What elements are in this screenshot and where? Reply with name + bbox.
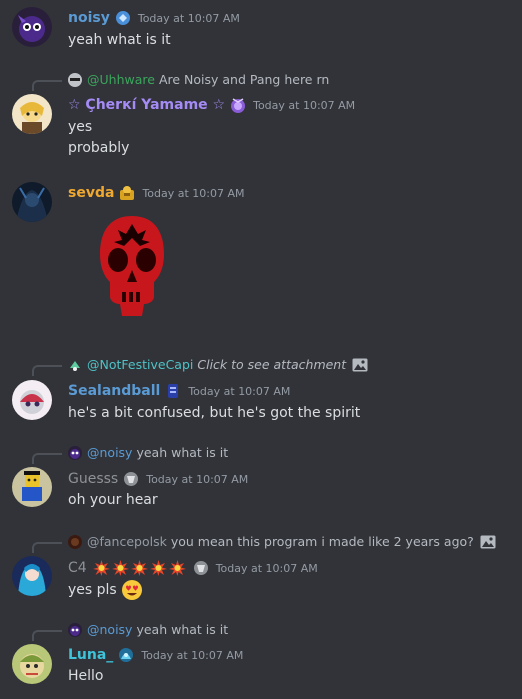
role-icon: [122, 470, 140, 488]
message-text: yeah what is it: [68, 32, 171, 48]
username[interactable]: Luna_: [68, 647, 113, 663]
message-text: he's a bit confused, but he's got the sp…: [68, 405, 361, 421]
collision-emoji: [130, 560, 148, 576]
heart-eyes-emoji: [121, 579, 143, 601]
message-text: yes pls: [68, 579, 143, 601]
username[interactable]: noisy: [68, 10, 110, 26]
reply-avatar: [68, 622, 82, 637]
timestamp[interactable]: Today at 10:07 AM: [138, 12, 240, 25]
username[interactable]: C4: [68, 560, 87, 576]
role-icon: [192, 559, 210, 577]
avatar[interactable]: [12, 182, 52, 222]
reply-spine: [32, 80, 62, 91]
reply-text: Are Noisy and Pang here rn: [158, 72, 330, 87]
image-icon: [480, 535, 496, 549]
reply-avatar: [68, 72, 82, 87]
timestamp[interactable]: Today at 10:07 AM: [141, 649, 243, 662]
message-text: Hello: [68, 668, 104, 684]
avatar[interactable]: [12, 644, 52, 684]
role-icon: [229, 96, 247, 114]
timestamp[interactable]: Today at 10:07 AM: [142, 187, 244, 200]
reply-spine: [32, 542, 62, 553]
role-icon: [114, 9, 132, 27]
message-text-content: yes pls: [68, 582, 117, 598]
collision-emoji: [111, 560, 129, 576]
role-icon: [117, 646, 135, 664]
reply-preview[interactable]: @noisy yeah what is it: [68, 445, 228, 460]
username[interactable]: Sealandball: [68, 383, 160, 399]
reply-avatar: [68, 357, 82, 372]
timestamp[interactable]: Today at 10:07 AM: [188, 385, 290, 398]
reply-mention[interactable]: @NotFestiveCapi: [87, 357, 193, 372]
timestamp[interactable]: Today at 10:07 AM: [253, 99, 355, 112]
reply-mention[interactable]: @fancepolsk: [87, 534, 167, 549]
image-attachment[interactable]: [96, 212, 168, 324]
message-text: probably: [68, 140, 130, 156]
timestamp[interactable]: Today at 10:07 AM: [216, 562, 318, 575]
username[interactable]: sevda: [68, 185, 114, 201]
reply-avatar: [68, 445, 82, 460]
username[interactable]: Guesss: [68, 471, 118, 487]
role-icon: [118, 184, 136, 202]
timestamp[interactable]: Today at 10:07 AM: [146, 473, 248, 486]
avatar[interactable]: [12, 7, 52, 47]
reply-spine: [32, 453, 62, 464]
reply-avatar: [68, 534, 82, 549]
role-icon: [164, 382, 182, 400]
reply-preview[interactable]: @noisy yeah what is it: [68, 622, 228, 637]
reply-preview[interactable]: @NotFestiveCapi Click to see attachment: [68, 357, 368, 372]
reply-mention[interactable]: @noisy: [87, 445, 132, 460]
username[interactable]: ☆ Çherкí Yamame ☆: [68, 97, 225, 113]
reply-mention[interactable]: @Uhhware: [87, 72, 155, 87]
reply-spine: [32, 365, 62, 376]
reply-preview[interactable]: @fancepolsk you mean this program i made…: [68, 534, 496, 549]
collision-emoji: [149, 560, 167, 576]
avatar[interactable]: [12, 556, 52, 596]
avatar[interactable]: [12, 467, 52, 507]
collision-emoji: [168, 560, 186, 576]
avatar[interactable]: [12, 380, 52, 420]
reply-text: Click to see attachment: [197, 357, 347, 372]
reply-text: yeah what is it: [136, 622, 229, 637]
reply-mention[interactable]: @noisy: [87, 622, 132, 637]
reply-text: yeah what is it: [136, 445, 229, 460]
avatar[interactable]: [12, 94, 52, 134]
image-icon: [352, 358, 368, 372]
reply-text: you mean this program i made like 2 year…: [170, 534, 474, 549]
message-text: yes: [68, 119, 93, 135]
message-text: oh your hear: [68, 492, 158, 508]
collision-emoji-row: [92, 560, 188, 576]
collision-emoji: [92, 560, 110, 576]
reply-spine: [32, 630, 62, 641]
reply-preview[interactable]: @Uhhware Are Noisy and Pang here rn: [68, 72, 329, 87]
